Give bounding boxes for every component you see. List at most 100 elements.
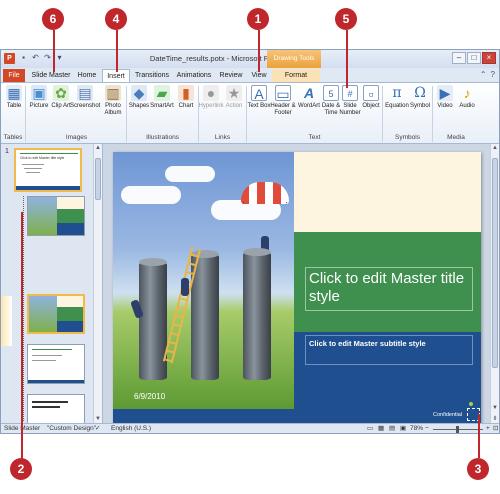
powerpoint-app-icon[interactable]: P (4, 53, 15, 64)
photo-album-button[interactable]: ▥ Photo Album (100, 85, 126, 117)
table-button[interactable]: ▦ Table (2, 85, 26, 110)
pillar-shape (139, 262, 167, 380)
audio-button[interactable]: ♪ Audio (455, 85, 479, 110)
next-slide-icon[interactable]: ⇟ (491, 415, 499, 422)
date-placeholder[interactable]: 6/9/2010 (134, 392, 165, 401)
fit-slide-icon[interactable]: ⊡ (493, 424, 498, 433)
canvas-scrollbar[interactable]: ▲ ▼ ⇟ (490, 144, 499, 423)
slide-cream-band (294, 152, 481, 232)
climber-figure (181, 278, 189, 296)
slide-show-icon[interactable]: ▣ (400, 424, 406, 433)
thumbnail-image (28, 197, 57, 235)
object-button[interactable]: ▫ Object (359, 85, 383, 110)
symbol-button[interactable]: Ω Symbol (408, 85, 432, 110)
thumbnail-scrollbar[interactable]: ▲ ▼ (93, 144, 102, 423)
normal-view-icon[interactable]: ▭ (367, 424, 373, 433)
layout-connector-line (23, 196, 24, 421)
layout-thumbnail[interactable] (27, 394, 85, 423)
smartart-button[interactable]: ▰ SmartArt (149, 85, 175, 110)
group-separator (25, 86, 26, 142)
pillar-top (139, 258, 167, 266)
drawing-tools-context-label: Drawing Tools (267, 50, 321, 68)
table-label: Table (6, 103, 22, 109)
hyperlink-button[interactable]: ● Hyperlink (198, 85, 224, 110)
thumbnail-footer-band (28, 380, 84, 383)
tab-home[interactable]: Home (75, 69, 99, 82)
footer-placeholder[interactable]: Confidential (433, 412, 462, 418)
subtitle-placeholder[interactable]: Click to edit Master subtitle style (305, 335, 473, 365)
clipart-icon: ✿ (53, 85, 69, 101)
tab-format[interactable]: Format (272, 69, 320, 82)
callout-1: 1 (247, 8, 269, 30)
minimize-ribbon-icon[interactable]: ⌃ (480, 70, 487, 80)
tab-file[interactable]: File (3, 69, 25, 82)
thumbnail-blue-band (57, 321, 83, 332)
save-icon[interactable]: ▪ (19, 53, 28, 63)
status-language[interactable]: English (U.S.) (111, 424, 151, 433)
scroll-down-icon[interactable]: ▼ (491, 405, 499, 411)
tab-transitions[interactable]: Transitions (132, 69, 172, 82)
master-slide-number: 1 (5, 148, 9, 155)
status-theme-name[interactable]: "Custom Design" (47, 424, 96, 433)
tab-animations[interactable]: Animations (174, 69, 214, 82)
undo-icon[interactable]: ↶ (31, 53, 40, 63)
scroll-down-icon[interactable]: ▼ (94, 416, 102, 422)
layout-thumbnail[interactable] (27, 344, 85, 384)
scrollbar-thumb[interactable] (95, 158, 101, 200)
layout-insert-highlight (1, 296, 12, 346)
callout-5: 5 (335, 8, 357, 30)
action-button[interactable]: ★ Action (222, 85, 246, 110)
layout-thumbnail-selected[interactable] (27, 294, 85, 334)
object-icon: ▫ (363, 85, 379, 102)
spell-check-icon[interactable]: ✓ (95, 424, 100, 433)
thumbnail-rule (20, 153, 78, 154)
screenshot-icon: ▤ (77, 85, 93, 101)
chart-button[interactable]: ▮ Chart (174, 85, 198, 110)
minimize-icon[interactable]: – (452, 52, 466, 64)
help-icon[interactable]: ? (491, 70, 495, 80)
reading-view-icon[interactable]: ▤ (389, 424, 395, 433)
powerpoint-window: P ▪ ↶ ↷ ▾ DateTime_results.potx - Micros… (0, 49, 500, 434)
ribbon-right-icons: ⌃ ? (480, 70, 495, 80)
equation-button[interactable]: π Equation (383, 85, 411, 110)
zoom-out-icon[interactable]: − (425, 424, 429, 433)
shapes-button[interactable]: ◆ Shapes (127, 85, 151, 110)
window-controls: – □ × (452, 52, 496, 64)
slide-master[interactable]: Click to edit Master title style Click t… (113, 152, 481, 423)
text-box-button[interactable]: A Text Box (247, 85, 271, 110)
video-label: Video (437, 103, 453, 109)
object-label: Object (362, 103, 380, 109)
zoom-level[interactable]: 78% (410, 424, 423, 433)
customize-icon[interactable]: ▾ (55, 53, 64, 63)
tab-slide-master[interactable]: Slide Master (29, 69, 73, 82)
layout-thumbnail[interactable] (27, 196, 85, 236)
zoom-slider-knob[interactable] (456, 426, 459, 433)
master-thumbnail-title: Click to edit Master title style (20, 156, 65, 160)
screenshot-button[interactable]: ▤ Screenshot (70, 85, 100, 110)
action-icon: ★ (226, 85, 242, 101)
callout-leader-line (258, 30, 260, 72)
group-label-text: Text (308, 134, 321, 141)
scroll-up-icon[interactable]: ▲ (94, 145, 102, 151)
redo-icon[interactable]: ↷ (43, 53, 52, 63)
scrollbar-thumb[interactable] (492, 158, 498, 368)
wordart-label: WordArt (298, 103, 320, 109)
pillar-shape (191, 254, 219, 380)
video-button[interactable]: ▶ Video (433, 85, 457, 110)
scroll-up-icon[interactable]: ▲ (491, 145, 499, 151)
thumbnail-green-band (57, 209, 84, 223)
header-footer-button[interactable]: ▭ Header & Footer (269, 85, 297, 117)
thumbnail-text-line (24, 168, 42, 169)
maximize-icon[interactable]: □ (467, 52, 481, 64)
zoom-in-icon[interactable]: + (486, 424, 490, 433)
title-placeholder[interactable]: Click to edit Master title style (305, 267, 473, 311)
accent-dot (469, 402, 473, 406)
header-footer-label: Header & Footer (270, 103, 296, 116)
title-bar: P ▪ ↶ ↷ ▾ DateTime_results.potx - Micros… (1, 50, 499, 68)
close-icon[interactable]: × (482, 52, 496, 64)
slide-sorter-icon[interactable]: ▦ (378, 424, 384, 433)
tab-review[interactable]: Review (216, 69, 246, 82)
callout-4: 4 (105, 8, 127, 30)
picture-button[interactable]: ▣ Picture (27, 85, 51, 110)
slide-master-thumbnail[interactable]: Click to edit Master title style (14, 148, 82, 192)
